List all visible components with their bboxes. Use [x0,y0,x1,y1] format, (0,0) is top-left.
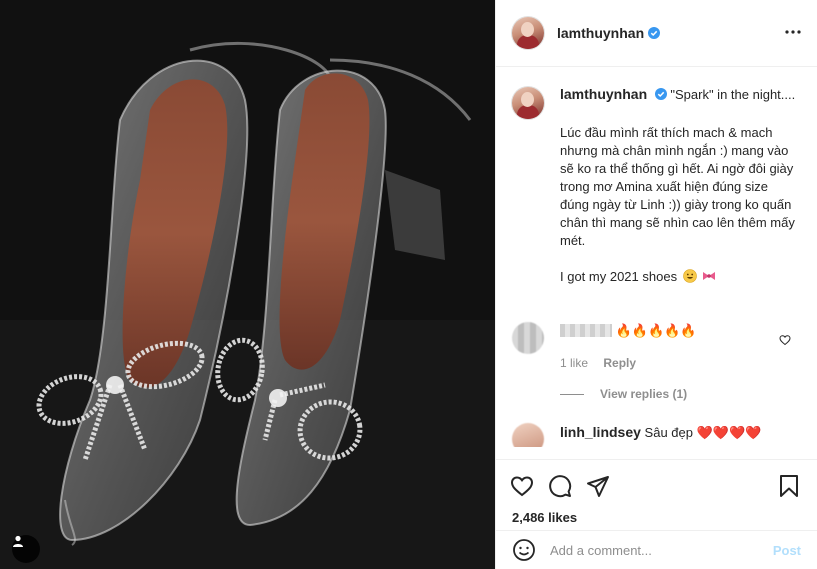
more-options-button[interactable] [785,22,801,44]
pink-bow-emoji [703,272,716,280]
comment-username[interactable]: linh_lindsey [560,424,641,440]
add-comment-bar: Add a comment... Post [496,530,817,569]
likes-count[interactable]: 2,486 likes [496,510,817,525]
caption: lamthuynhan "Spark" in the night.... Lúc… [496,67,817,286]
post-photo[interactable] [0,0,495,569]
caption-text: Lúc đầu mình rất thích mach & mach nhưng… [560,125,795,248]
verified-badge-icon [654,88,667,100]
comment-icon[interactable] [548,474,572,498]
caption-shoes-text: I got my 2021 shoes [560,269,678,284]
like-comment-heart-icon[interactable] [779,334,791,346]
post-side-panel: lamthuynhan lamthuynhan "Spark" in the n… [495,0,817,569]
author-avatar[interactable] [512,17,544,49]
post-actions: 2,486 likes Add a comment... Post [496,459,817,569]
post-modal: lamthuynhan lamthuynhan "Spark" in the n… [0,0,817,569]
scroll-fade [496,447,817,459]
shoes-image [0,0,495,569]
more-horizontal-icon [785,30,801,34]
caption-shoes-line: I got my 2021 shoes [560,268,798,286]
comment-likes[interactable]: 1 like [560,356,588,370]
save-bookmark-icon[interactable] [777,474,801,498]
comments-list[interactable]: lamthuynhan "Spark" in the night.... Lúc… [496,67,817,459]
user-icon [13,535,23,547]
comment-text: 🔥🔥🔥🔥🔥 [615,323,697,338]
view-replies-button[interactable]: View replies (1) [560,387,687,401]
comment-avatar[interactable] [512,322,544,354]
caption-username[interactable]: lamthuynhan [560,86,647,102]
comment-meta: 1 like Reply [560,354,697,372]
caption-title: "Spark" in the night.... [670,87,796,102]
action-icons [496,460,817,504]
view-replies-label: View replies (1) [600,387,688,401]
reply-button[interactable]: Reply [603,356,636,370]
share-paper-plane-icon[interactable] [586,474,610,498]
post-comment-button[interactable]: Post [773,543,801,558]
comment-item: 🔥🔥🔥🔥🔥 1 like Reply [496,322,817,372]
comment-username-redacted [560,324,612,337]
comment-input[interactable]: Add a comment... [550,543,773,558]
like-heart-icon[interactable] [510,474,534,498]
comment-text: Sâu đẹp ❤️❤️❤️❤️ [644,425,762,440]
verified-badge-icon [648,27,661,39]
grinning-face-emoji [682,269,697,283]
emoji-smiley-icon[interactable] [512,538,536,562]
post-header: lamthuynhan [496,0,817,67]
caption-avatar[interactable] [512,87,544,119]
tagged-user-button[interactable] [12,535,40,563]
author-username[interactable]: lamthuynhan [557,25,644,41]
